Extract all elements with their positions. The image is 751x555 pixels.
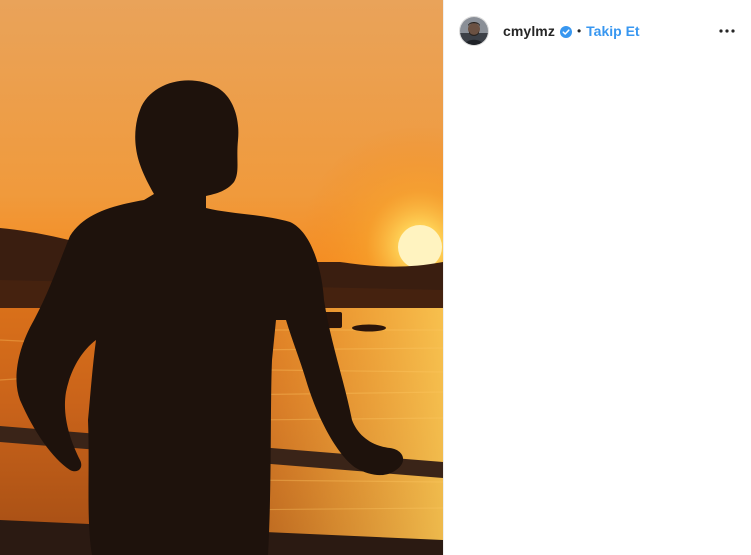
separator-dot: •: [576, 24, 582, 38]
avatar-photo: [460, 17, 488, 45]
more-options-icon[interactable]: [715, 21, 739, 41]
avatar[interactable]: [459, 16, 489, 46]
post-sidebar: cmylmz • Takip Et: [443, 0, 751, 555]
verified-badge-icon: [559, 25, 572, 38]
post-header: cmylmz • Takip Et: [444, 0, 751, 62]
instagram-post: cmylmz • Takip Et: [0, 0, 751, 555]
username[interactable]: cmylmz: [503, 23, 555, 39]
follow-button[interactable]: Takip Et: [586, 23, 639, 39]
sunset-photo: [0, 0, 443, 555]
post-photo[interactable]: [0, 0, 443, 555]
